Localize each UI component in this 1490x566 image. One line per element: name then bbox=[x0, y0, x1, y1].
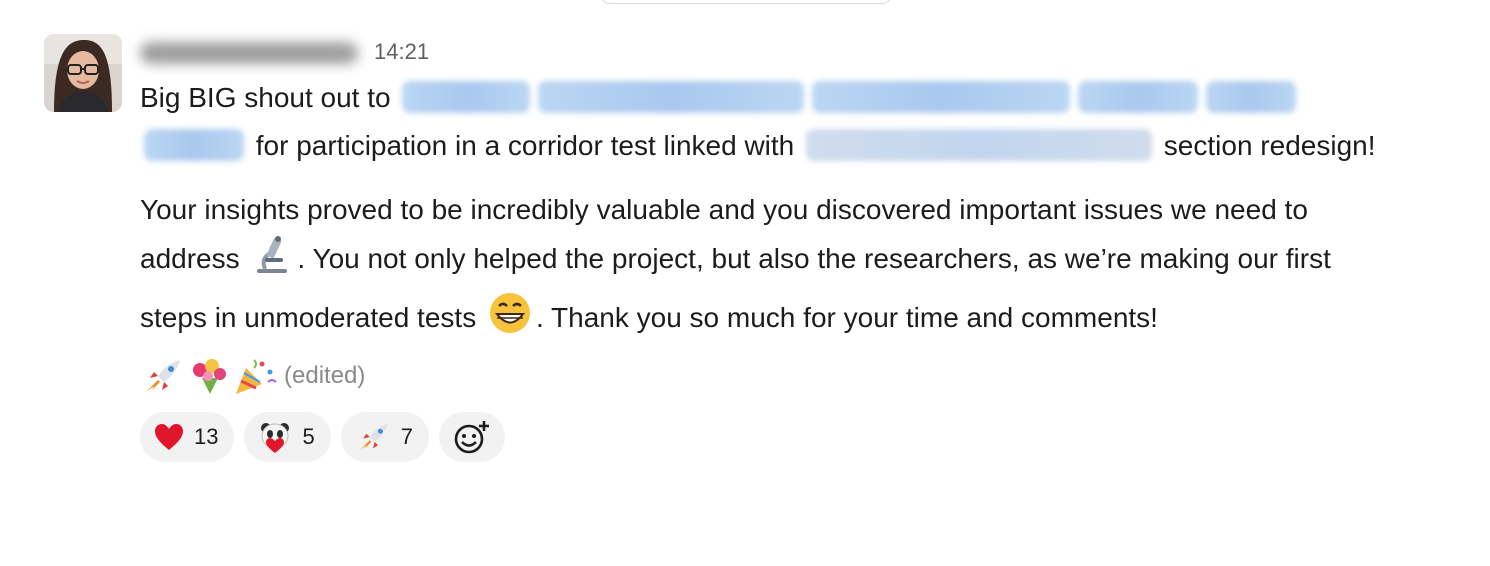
rocket-icon bbox=[146, 360, 180, 392]
message-paragraph-2: Your insights proved to be incredibly va… bbox=[140, 186, 1400, 350]
mention-redacted[interactable] bbox=[144, 129, 244, 161]
mention-redacted[interactable] bbox=[402, 81, 531, 113]
text-segment: section redesign! bbox=[1156, 130, 1376, 161]
mention-redacted[interactable] bbox=[1206, 81, 1297, 113]
sender-name-redacted[interactable] bbox=[140, 42, 358, 64]
grinning-face-icon bbox=[488, 291, 532, 350]
reaction-count: 13 bbox=[194, 424, 219, 449]
text-segment: Big BIG shout out to bbox=[140, 82, 399, 113]
heart-icon bbox=[155, 424, 183, 450]
message: 14:21 Big BIG shout out to for participa… bbox=[140, 30, 1400, 462]
add-reaction-icon bbox=[454, 421, 489, 454]
reaction-heart[interactable]: 13 bbox=[140, 412, 235, 462]
message-header: 14:21 bbox=[140, 30, 1400, 74]
reactions-bar: 13 5 7 bbox=[140, 412, 1400, 462]
edited-label: (edited) bbox=[284, 362, 366, 389]
rocket-icon bbox=[359, 423, 388, 451]
text-segment: . Thank you so much for your time and co… bbox=[535, 302, 1158, 333]
reaction-rocket[interactable]: 7 bbox=[340, 412, 429, 462]
reaction-panda-heart[interactable]: 5 bbox=[244, 412, 331, 462]
add-reaction-button[interactable] bbox=[438, 412, 505, 462]
mention-redacted[interactable] bbox=[538, 81, 805, 113]
reaction-count: 7 bbox=[400, 424, 413, 449]
mention-redacted[interactable] bbox=[1078, 81, 1199, 113]
party-popper-icon bbox=[236, 359, 277, 394]
message-body: Big BIG shout out to for participation i… bbox=[140, 74, 1400, 350]
mention-redacted[interactable] bbox=[812, 81, 1071, 113]
new-messages-pill[interactable] bbox=[600, 0, 892, 4]
timestamp[interactable]: 14:21 bbox=[374, 39, 429, 65]
reaction-count: 5 bbox=[302, 424, 315, 449]
panda-heart-icon bbox=[261, 423, 290, 453]
channel-link-redacted[interactable] bbox=[806, 129, 1153, 161]
user-photo bbox=[44, 34, 122, 112]
message-trailing: (edited) bbox=[140, 352, 1400, 400]
microscope-icon bbox=[251, 234, 293, 291]
avatar[interactable] bbox=[44, 34, 122, 112]
bouquet-icon bbox=[193, 359, 226, 394]
text-segment: for participation in a corridor test lin… bbox=[248, 130, 803, 161]
message-paragraph-1: Big BIG shout out to for participation i… bbox=[140, 74, 1400, 170]
